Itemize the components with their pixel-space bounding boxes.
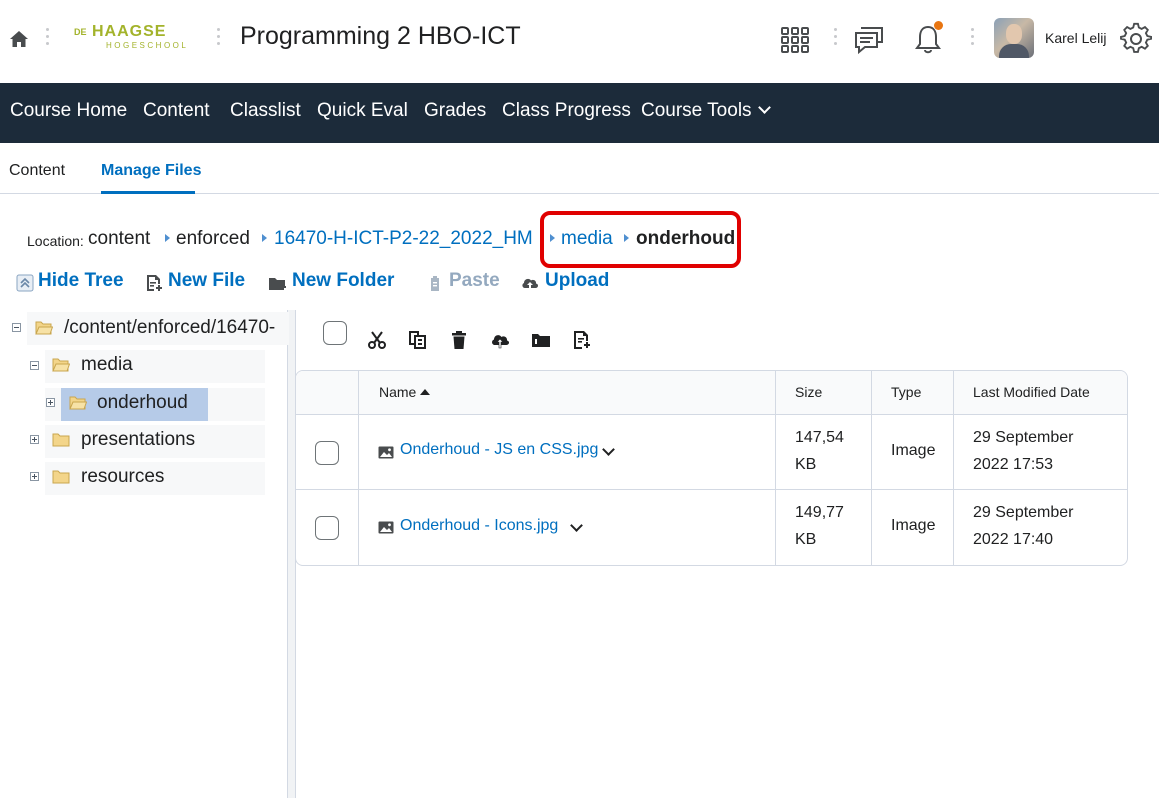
top-header: DE HAAGSE HOGESCHOOL Programming 2 HBO-I… bbox=[0, 0, 1159, 83]
nav-course-tools-label: Course Tools bbox=[641, 100, 752, 121]
row-checkbox[interactable] bbox=[315, 441, 339, 465]
file-type: Image bbox=[891, 517, 936, 534]
user-name[interactable]: Karel Lelij bbox=[1045, 30, 1106, 46]
divider bbox=[217, 28, 221, 52]
collapse-tree-icon[interactable] bbox=[16, 274, 34, 292]
breadcrumb-separator-icon bbox=[262, 234, 267, 242]
select-all-checkbox[interactable] bbox=[323, 321, 347, 345]
name-column-header[interactable]: Name bbox=[379, 384, 431, 400]
sort-ascending-icon bbox=[420, 389, 431, 395]
breadcrumb-course-folder[interactable]: 16470-H-ICT-P2-22_2022_HM bbox=[274, 228, 533, 250]
expand-icon[interactable] bbox=[30, 472, 39, 481]
cut-icon[interactable] bbox=[367, 330, 387, 350]
location-label: Location: bbox=[27, 233, 84, 249]
new-file-icon[interactable] bbox=[145, 274, 163, 292]
hide-tree-button[interactable]: Hide Tree bbox=[38, 270, 124, 292]
tree-item-resources[interactable]: resources bbox=[81, 466, 164, 488]
collapse-icon[interactable] bbox=[12, 323, 21, 332]
nav-class-progress[interactable]: Class Progress bbox=[502, 100, 631, 122]
paste-icon bbox=[431, 276, 439, 291]
nav-content[interactable]: Content bbox=[143, 100, 210, 122]
course-navbar: Course Home Content Classlist Quick Eval… bbox=[0, 83, 1159, 143]
file-link[interactable]: Onderhoud - JS en CSS.jpg bbox=[400, 441, 598, 459]
name-header-label: Name bbox=[379, 384, 417, 400]
folder-open-icon bbox=[52, 358, 70, 372]
breadcrumb-enforced: enforced bbox=[176, 228, 250, 249]
file-date: 29 September 2022 17:53 bbox=[973, 429, 1074, 473]
avatar[interactable] bbox=[994, 18, 1034, 58]
new-folder-icon[interactable] bbox=[268, 274, 286, 292]
file-size: 149,77 KB bbox=[795, 504, 844, 548]
folder-open-icon bbox=[69, 396, 87, 410]
copy-icon[interactable] bbox=[408, 330, 428, 350]
new-file-icon[interactable] bbox=[572, 330, 592, 350]
files-table: Name Size Type Last Modified Date Onderh… bbox=[295, 370, 1128, 566]
folder-open-icon bbox=[35, 321, 53, 335]
tree-root-label[interactable]: /content/enforced/16470- bbox=[64, 317, 275, 339]
file-type: Image bbox=[891, 442, 936, 459]
divider bbox=[971, 28, 975, 52]
paste-button[interactable]: Paste bbox=[449, 270, 500, 292]
home-icon[interactable] bbox=[8, 28, 30, 50]
nav-classlist[interactable]: Classlist bbox=[230, 100, 301, 122]
file-size: 147,54 KB bbox=[795, 429, 844, 473]
tab-content[interactable]: Content bbox=[9, 162, 65, 180]
divider bbox=[834, 28, 838, 52]
size-column-header[interactable]: Size bbox=[795, 384, 822, 400]
image-file-icon bbox=[378, 521, 394, 534]
folder-icon bbox=[52, 433, 70, 447]
nav-course-home[interactable]: Course Home bbox=[10, 100, 127, 122]
breadcrumb-content: content bbox=[88, 228, 151, 249]
chevron-down-icon[interactable] bbox=[602, 443, 615, 456]
expand-icon[interactable] bbox=[30, 435, 39, 444]
tab-manage-files[interactable]: Manage Files bbox=[101, 162, 201, 180]
apps-grid-icon[interactable] bbox=[779, 22, 811, 56]
message-alerts-icon[interactable] bbox=[853, 22, 885, 56]
row-checkbox[interactable] bbox=[315, 516, 339, 540]
trash-icon[interactable] bbox=[449, 330, 469, 350]
file-link[interactable]: Onderhoud - Icons.jpg bbox=[400, 517, 558, 535]
tab-bar: Content Manage Files bbox=[0, 143, 1159, 194]
school-logo[interactable]: DE HAAGSE HOGESCHOOL bbox=[74, 24, 194, 54]
collapse-icon[interactable] bbox=[30, 361, 39, 370]
tree-item-onderhoud[interactable]: onderhoud bbox=[97, 392, 188, 414]
move-folder-icon[interactable] bbox=[531, 330, 551, 350]
date-column-header[interactable]: Last Modified Date bbox=[973, 384, 1090, 400]
gear-icon[interactable] bbox=[1120, 22, 1152, 56]
tree-item-presentations[interactable]: presentations bbox=[81, 429, 195, 451]
breadcrumb-separator-icon bbox=[165, 234, 170, 242]
expand-icon[interactable] bbox=[46, 398, 55, 407]
chevron-down-icon[interactable] bbox=[570, 519, 583, 532]
upload-button[interactable]: Upload bbox=[545, 270, 609, 292]
folder-icon bbox=[52, 470, 70, 484]
new-file-button[interactable]: New File bbox=[168, 270, 245, 292]
chevron-down-icon bbox=[757, 101, 771, 114]
tree-item-media[interactable]: media bbox=[81, 354, 133, 376]
tree-row bbox=[45, 350, 265, 383]
course-title[interactable]: Programming 2 HBO-ICT bbox=[240, 22, 521, 51]
upload-cloud-icon[interactable] bbox=[490, 330, 510, 350]
divider bbox=[46, 28, 50, 52]
nav-course-tools[interactable]: Course Tools bbox=[641, 100, 771, 122]
notification-dot bbox=[934, 21, 943, 30]
file-date: 29 September 2022 17:40 bbox=[973, 504, 1074, 548]
new-folder-button[interactable]: New Folder bbox=[292, 270, 394, 292]
nav-grades[interactable]: Grades bbox=[424, 100, 486, 122]
active-tab-indicator bbox=[101, 191, 195, 194]
red-highlight-box bbox=[540, 211, 741, 268]
image-file-icon bbox=[378, 446, 394, 459]
type-column-header[interactable]: Type bbox=[891, 384, 921, 400]
upload-icon[interactable] bbox=[521, 274, 539, 292]
nav-quick-eval[interactable]: Quick Eval bbox=[317, 100, 408, 122]
